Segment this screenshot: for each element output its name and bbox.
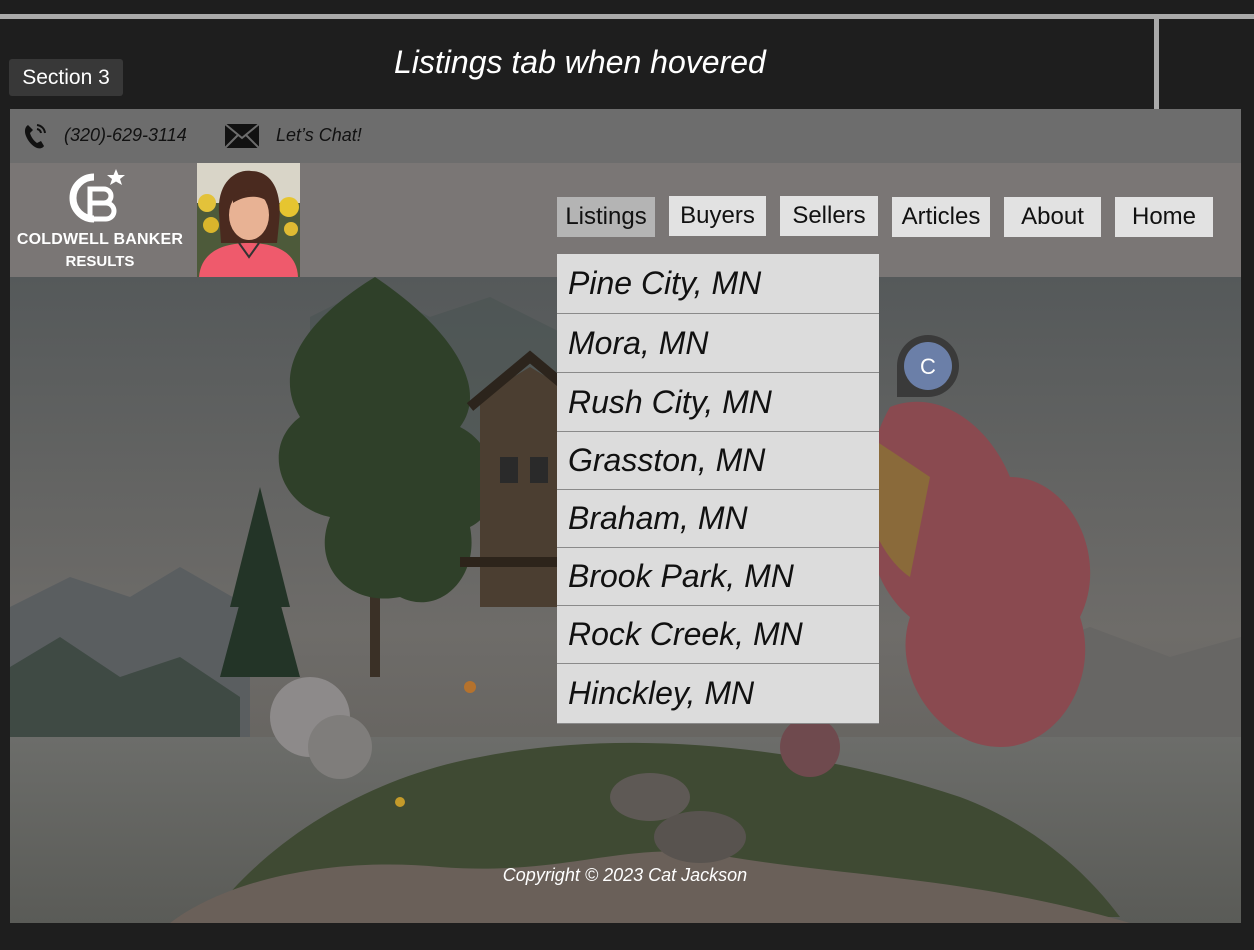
nav-tab-listings[interactable]: Listings [557, 197, 655, 237]
listing-menu-item-mora[interactable]: Mora, MN [557, 314, 879, 373]
nav-tab-about[interactable]: About [1004, 197, 1101, 237]
brand-name: COLDWELL BANKER [16, 231, 184, 248]
annotation-caption: Listings tab when hovered [394, 44, 766, 80]
chat-link[interactable]: Let’s Chat! [276, 125, 362, 146]
nav-tab-buyers[interactable]: Buyers [669, 196, 766, 236]
chat-avatar-initial: C [920, 354, 936, 379]
listing-menu-item-rock-creek[interactable]: Rock Creek, MN [557, 606, 879, 664]
nav-tab-home[interactable]: Home [1115, 197, 1213, 237]
phone-number[interactable]: (320)-629-3114 [64, 125, 187, 146]
footer-copyright: Copyright © 2023 Cat Jackson [502, 865, 748, 885]
listing-menu-item-pine-city[interactable]: Pine City, MN [557, 254, 879, 314]
cb-monogram-icon [69, 169, 125, 223]
envelope-icon[interactable] [224, 123, 260, 149]
brand-subtitle: RESULTS [65, 253, 135, 270]
chat-widget-button[interactable]: C [895, 333, 961, 397]
listing-menu-item-brook-park[interactable]: Brook Park, MN [557, 548, 879, 606]
coldwell-banker-logo[interactable]: COLDWELL BANKER RESULTS [10, 163, 190, 277]
listing-menu-item-rush-city[interactable]: Rush City, MN [557, 373, 879, 432]
listing-menu-item-grasston[interactable]: Grasston, MN [557, 432, 879, 490]
listing-menu-item-hinckley[interactable]: Hinckley, MN [557, 664, 879, 724]
section-label: Section 3 [9, 59, 123, 96]
listing-menu-item-braham[interactable]: Braham, MN [557, 490, 879, 548]
nav-tab-articles[interactable]: Articles [892, 197, 990, 237]
agent-photo [197, 163, 300, 277]
phone-icon[interactable] [22, 122, 48, 150]
contact-bar: (320)-629-3114 Let’s Chat! [10, 109, 1241, 163]
annotation-connector-line [0, 14, 1254, 19]
nav-tab-sellers[interactable]: Sellers [780, 196, 878, 236]
